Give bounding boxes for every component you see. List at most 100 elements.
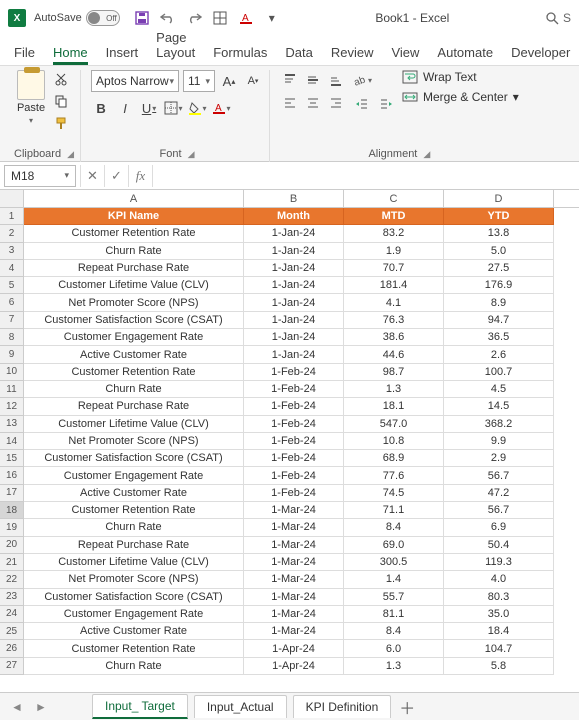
row-header[interactable]: 26 (0, 640, 24, 657)
cell[interactable]: 1-Jan-24 (244, 225, 344, 242)
increase-indent-icon[interactable] (376, 94, 396, 114)
insert-function-icon[interactable]: fx (128, 165, 152, 187)
cell[interactable]: Customer Engagement Rate (24, 606, 244, 623)
tab-automate[interactable]: Automate (437, 45, 493, 65)
cell[interactable]: Net Promoter Score (NPS) (24, 433, 244, 450)
merge-dropdown-icon[interactable]: ▾ (513, 90, 519, 104)
decrease-indent-icon[interactable] (352, 94, 372, 114)
cell[interactable]: 9.9 (444, 433, 554, 450)
header-cell[interactable]: MTD (344, 208, 444, 225)
enter-formula-icon[interactable]: ✓ (104, 165, 128, 187)
row-header[interactable]: 27 (0, 658, 24, 675)
cell[interactable]: 1-Mar-24 (244, 554, 344, 571)
cell[interactable]: 119.3 (444, 554, 554, 571)
cell[interactable]: 71.1 (344, 502, 444, 519)
cell[interactable]: 1-Mar-24 (244, 537, 344, 554)
font-launcher-icon[interactable]: ◢ (188, 149, 195, 160)
cell[interactable]: 1-Feb-24 (244, 467, 344, 484)
header-cell[interactable]: KPI Name (24, 208, 244, 225)
align-top-icon[interactable] (280, 70, 300, 90)
cell[interactable]: Net Promoter Score (NPS) (24, 294, 244, 311)
cancel-formula-icon[interactable]: ✕ (80, 165, 104, 187)
cell[interactable]: 1-Feb-24 (244, 485, 344, 502)
tab-developer[interactable]: Developer (511, 45, 570, 65)
cell[interactable]: 1-Jan-24 (244, 260, 344, 277)
cell[interactable]: Customer Lifetime Value (CLV) (24, 554, 244, 571)
cell[interactable]: 47.2 (444, 485, 554, 502)
cell[interactable]: 1-Feb-24 (244, 381, 344, 398)
select-all-corner[interactable] (0, 190, 24, 207)
cell[interactable]: 1.3 (344, 381, 444, 398)
cell[interactable]: 1.3 (344, 658, 444, 675)
name-box[interactable]: M18 ▾ (4, 165, 76, 187)
align-right-icon[interactable] (326, 93, 346, 113)
cell[interactable]: 1-Jan-24 (244, 277, 344, 294)
cell[interactable]: 69.0 (344, 537, 444, 554)
cell[interactable]: Churn Rate (24, 381, 244, 398)
font-color-icon[interactable]: A▾ (211, 98, 231, 118)
cell[interactable]: 14.5 (444, 398, 554, 415)
cell[interactable]: 6.9 (444, 519, 554, 536)
row-header[interactable]: 16 (0, 467, 24, 484)
cell[interactable]: Active Customer Rate (24, 485, 244, 502)
decrease-font-icon[interactable]: A▾ (243, 71, 263, 91)
redo-icon[interactable] (186, 10, 202, 26)
bold-button[interactable]: B (91, 98, 111, 118)
row-header[interactable]: 9 (0, 346, 24, 363)
cell[interactable]: 94.7 (444, 312, 554, 329)
paste-button[interactable]: Paste (17, 102, 45, 114)
cell[interactable]: 1-Mar-24 (244, 589, 344, 606)
cell[interactable]: 68.9 (344, 450, 444, 467)
cell[interactable]: Customer Engagement Rate (24, 467, 244, 484)
cell[interactable]: 300.5 (344, 554, 444, 571)
cell[interactable]: 56.7 (444, 467, 554, 484)
cell[interactable]: 36.5 (444, 329, 554, 346)
cell[interactable]: 1-Feb-24 (244, 416, 344, 433)
cell[interactable]: 2.9 (444, 450, 554, 467)
autosave-toggle[interactable]: AutoSave Off (34, 10, 120, 26)
cell[interactable]: 1-Feb-24 (244, 364, 344, 381)
cell[interactable]: 1-Feb-24 (244, 433, 344, 450)
cell[interactable]: 18.4 (444, 623, 554, 640)
cell[interactable]: 98.7 (344, 364, 444, 381)
cell[interactable]: 1-Jan-24 (244, 294, 344, 311)
cell[interactable]: 100.7 (444, 364, 554, 381)
fill-color-icon[interactable]: ▾ (187, 98, 207, 118)
format-painter-icon[interactable] (51, 114, 71, 132)
cell[interactable]: Customer Satisfaction Score (CSAT) (24, 312, 244, 329)
cell[interactable]: 1-Feb-24 (244, 398, 344, 415)
header-cell[interactable]: YTD (444, 208, 554, 225)
cell[interactable]: 55.7 (344, 589, 444, 606)
cell[interactable]: 76.3 (344, 312, 444, 329)
cell[interactable]: 547.0 (344, 416, 444, 433)
undo-icon[interactable] (160, 10, 176, 26)
cell[interactable]: 8.4 (344, 623, 444, 640)
add-sheet-button[interactable]: ＋ (397, 695, 417, 719)
cell[interactable]: 83.2 (344, 225, 444, 242)
cell[interactable]: 35.0 (444, 606, 554, 623)
underline-button[interactable]: U▾ (139, 98, 159, 118)
cell[interactable]: 2.6 (444, 346, 554, 363)
cell[interactable]: Customer Retention Rate (24, 225, 244, 242)
col-header-d[interactable]: D (444, 190, 554, 207)
tab-insert[interactable]: Insert (106, 45, 139, 65)
row-header[interactable]: 18 (0, 502, 24, 519)
cell[interactable]: Churn Rate (24, 243, 244, 260)
autosave-switch[interactable]: Off (86, 10, 120, 26)
row-header[interactable]: 15 (0, 450, 24, 467)
row-header[interactable]: 5 (0, 277, 24, 294)
cell[interactable]: 77.6 (344, 467, 444, 484)
row-header[interactable]: 19 (0, 519, 24, 536)
col-header-c[interactable]: C (344, 190, 444, 207)
cell[interactable]: Customer Satisfaction Score (CSAT) (24, 589, 244, 606)
tab-view[interactable]: View (391, 45, 419, 65)
cell[interactable]: 5.0 (444, 243, 554, 260)
cell[interactable]: 44.6 (344, 346, 444, 363)
row-header[interactable]: 7 (0, 312, 24, 329)
cell[interactable]: 1-Mar-24 (244, 606, 344, 623)
cell[interactable]: 4.1 (344, 294, 444, 311)
cell[interactable]: 368.2 (444, 416, 554, 433)
formula-input[interactable] (152, 165, 579, 187)
cell[interactable]: 1-Mar-24 (244, 571, 344, 588)
row-header[interactable]: 12 (0, 398, 24, 415)
